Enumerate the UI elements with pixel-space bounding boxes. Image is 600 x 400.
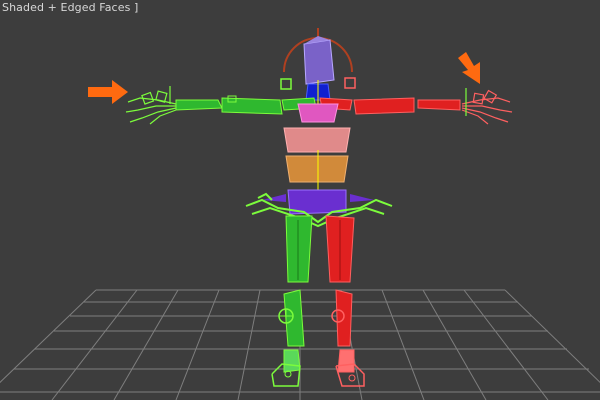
left-thigh[interactable] — [285, 215, 313, 283]
right-thigh[interactable] — [325, 215, 355, 283]
head-bone[interactable] — [303, 36, 335, 85]
viewport-scene[interactable] — [0, 0, 600, 400]
right-arm[interactable] — [319, 97, 461, 115]
right-hand[interactable] — [461, 88, 513, 125]
right-shin[interactable] — [331, 289, 353, 347]
left-foot[interactable] — [271, 349, 301, 387]
head-helper-right[interactable] — [344, 77, 356, 89]
left-arm[interactable] — [175, 95, 317, 115]
head-helper-left[interactable] — [280, 78, 292, 90]
right-foot[interactable] — [335, 349, 365, 387]
spine-upper-bone[interactable] — [283, 127, 351, 153]
chest-bone[interactable] — [297, 103, 339, 123]
3d-viewport[interactable]: Shaded + Edged Faces ] — [0, 0, 600, 400]
spine-lower-bone[interactable] — [285, 150, 349, 190]
left-hand-arrow — [88, 80, 128, 104]
left-shin[interactable] — [278, 289, 305, 347]
right-hand-arrow — [458, 52, 480, 84]
left-hand[interactable] — [125, 86, 177, 125]
